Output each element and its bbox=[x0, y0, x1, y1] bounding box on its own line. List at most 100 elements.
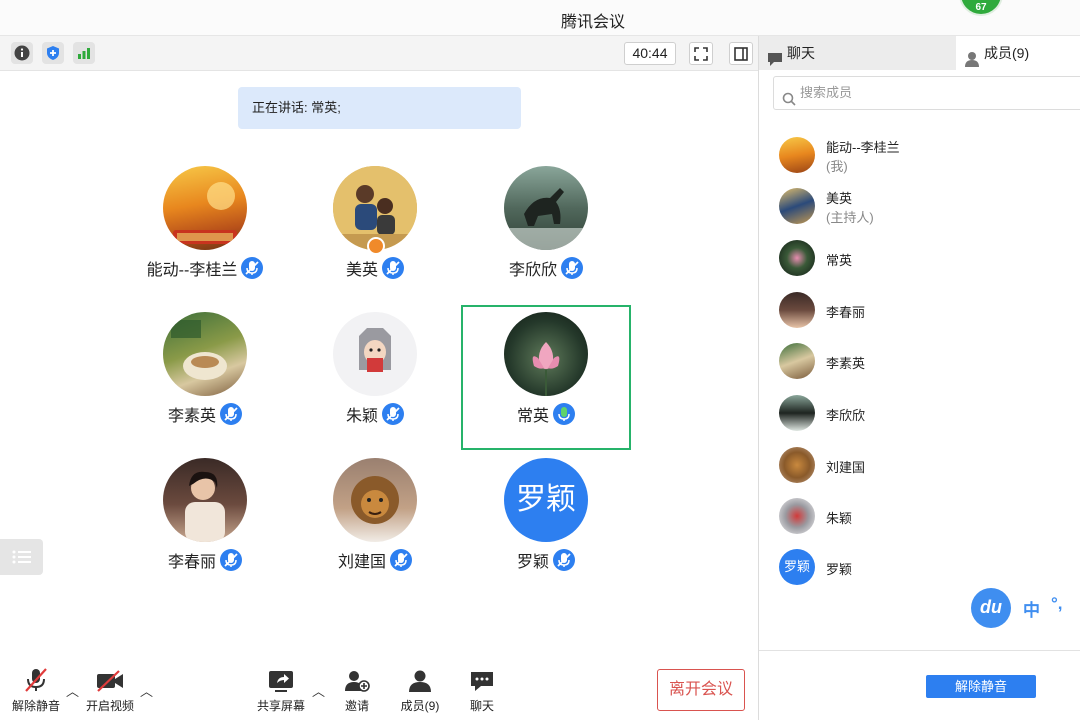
video-off-icon bbox=[83, 667, 137, 693]
panel-tabs: 聊天 成员(9) bbox=[759, 36, 1080, 70]
participant-tile[interactable]: 李素英 bbox=[120, 312, 290, 452]
avatar-text: 罗颖 bbox=[516, 483, 576, 516]
chat-label: 聊天 bbox=[469, 699, 494, 713]
network-signal-icon[interactable] bbox=[73, 42, 95, 64]
participant-tile[interactable]: 罗颖 罗颖 bbox=[461, 458, 631, 598]
avatar bbox=[504, 166, 588, 250]
participant-tile[interactable]: 美英 bbox=[290, 166, 460, 306]
avatar bbox=[779, 137, 815, 173]
member-list-item[interactable]: 李素英 bbox=[779, 341, 1069, 381]
video-stage: 正在讲话: 常英; 能动--李桂兰 美英 李欣欣 李素英 朱颖 常英 李春丽 刘… bbox=[0, 71, 758, 661]
member-name: 刘建国 bbox=[826, 460, 866, 475]
member-list-item[interactable]: 常英 bbox=[779, 238, 1069, 278]
member-list-item[interactable]: 刘建国 bbox=[779, 445, 1069, 485]
member-name: 朱颖 bbox=[826, 511, 853, 526]
ime-punctuation-toggle[interactable]: °, bbox=[1051, 594, 1063, 614]
avatar-text: 罗颖 bbox=[783, 559, 810, 574]
ime-logo[interactable]: du bbox=[971, 588, 1011, 628]
participant-name: 刘建国 bbox=[337, 554, 386, 571]
participant-name: 美英 bbox=[345, 262, 378, 279]
avatar: 罗颖 bbox=[504, 458, 588, 542]
members-label: 成员(9) bbox=[400, 699, 440, 713]
avatar bbox=[779, 343, 815, 379]
participant-name: 李素英 bbox=[167, 408, 216, 425]
ime-toolbar[interactable]: du 中 °, bbox=[971, 588, 1080, 628]
muted-mic-icon bbox=[241, 257, 264, 284]
participant-tile[interactable]: 刘建国 bbox=[290, 458, 460, 598]
leave-meeting-button[interactable]: 离开会议 bbox=[657, 669, 745, 711]
participant-name: 朱颖 bbox=[345, 408, 378, 425]
avatar bbox=[163, 166, 247, 250]
share-options-caret-icon[interactable]: ︿ bbox=[312, 681, 325, 700]
unmute-all-button[interactable]: 解除静音 bbox=[926, 675, 1036, 698]
muted-mic-icon bbox=[561, 257, 583, 284]
window-titlebar: 腾讯会议 bbox=[0, 0, 1080, 36]
avatar bbox=[779, 498, 815, 534]
invite-control[interactable]: 邀请 bbox=[337, 667, 377, 714]
member-list-item[interactable]: 李春丽 bbox=[779, 290, 1069, 330]
avatar bbox=[163, 312, 247, 396]
share-screen-label: 共享屏幕 bbox=[256, 699, 305, 713]
video-options-caret-icon[interactable]: ︿ bbox=[140, 681, 153, 700]
muted-mic-icon bbox=[382, 403, 404, 430]
share-screen-icon bbox=[254, 667, 308, 693]
start-video-control[interactable]: 开启视频 bbox=[83, 667, 137, 714]
member-list-item[interactable]: 美英 (主持人) bbox=[779, 186, 1069, 226]
member-role: (主持人) bbox=[826, 210, 874, 225]
avatar bbox=[163, 458, 247, 542]
audio-options-caret-icon[interactable]: ︿ bbox=[66, 681, 79, 700]
members-icon bbox=[964, 45, 980, 79]
member-name: 李素英 bbox=[826, 356, 866, 371]
window-title: 腾讯会议 bbox=[560, 14, 625, 31]
security-shield-icon[interactable] bbox=[42, 42, 64, 64]
avatar bbox=[779, 292, 815, 328]
tab-members[interactable]: 成员(9) bbox=[956, 36, 1080, 70]
member-search-input[interactable]: 搜索成员 bbox=[773, 76, 1080, 110]
avatar bbox=[333, 458, 417, 542]
member-name: 李欣欣 bbox=[826, 408, 866, 423]
member-list-item[interactable]: 罗颖 罗颖 bbox=[779, 547, 1069, 587]
tab-chat[interactable]: 聊天 bbox=[759, 36, 956, 70]
chat-bubble-icon bbox=[462, 667, 502, 693]
member-list-item[interactable]: 李欣欣 bbox=[779, 393, 1069, 433]
avatar: 罗颖 bbox=[779, 549, 815, 585]
chat-bubble-icon bbox=[767, 45, 783, 79]
muted-mic-icon bbox=[220, 403, 242, 430]
participant-tile[interactable]: 李欣欣 bbox=[461, 166, 631, 306]
search-icon bbox=[782, 86, 796, 118]
avatar bbox=[779, 188, 815, 224]
speaking-indicator: 正在讲话: 常英; bbox=[238, 87, 521, 129]
unmute-control[interactable]: 解除静音 bbox=[10, 667, 62, 714]
participant-name: 能动--李桂兰 bbox=[146, 262, 238, 279]
participant-name: 罗颖 bbox=[516, 554, 549, 571]
ime-language-toggle[interactable]: 中 bbox=[1023, 596, 1040, 621]
chat-control[interactable]: 聊天 bbox=[462, 667, 502, 714]
participant-tile[interactable]: 李春丽 bbox=[120, 458, 290, 598]
member-list-item[interactable]: 能动--李桂兰 (我) bbox=[779, 135, 1069, 175]
avatar bbox=[779, 240, 815, 276]
panel-footer: 解除静音 bbox=[759, 650, 1080, 720]
member-name: 能动--李桂兰 bbox=[826, 140, 900, 155]
meeting-timer: 40:44 bbox=[624, 42, 676, 65]
member-name: 常英 bbox=[826, 253, 853, 268]
member-list-item[interactable]: 朱颖 bbox=[779, 496, 1069, 536]
toggle-panel-button[interactable] bbox=[729, 42, 753, 65]
avatar bbox=[333, 312, 417, 396]
meeting-toolbar: 40:44 bbox=[0, 36, 758, 71]
member-name: 美英 bbox=[826, 191, 853, 206]
start-video-label: 开启视频 bbox=[85, 699, 134, 713]
fullscreen-button[interactable] bbox=[689, 42, 713, 65]
participant-tile[interactable]: 能动--李桂兰 bbox=[120, 166, 290, 306]
participant-tile[interactable]: 朱颖 bbox=[290, 312, 460, 452]
member-name: 罗颖 bbox=[826, 562, 853, 577]
add-user-icon bbox=[337, 667, 377, 693]
meeting-controls: 解除静音 ︿ 开启视频 ︿ 共享屏幕 ︿ 邀请 成员(9) 聊天 离开会议 bbox=[0, 661, 758, 720]
tab-chat-label: 聊天 bbox=[787, 45, 815, 61]
member-name: 李春丽 bbox=[826, 305, 866, 320]
muted-mic-icon bbox=[10, 667, 62, 693]
info-icon[interactable] bbox=[11, 42, 33, 64]
share-screen-control[interactable]: 共享屏幕 bbox=[254, 667, 308, 714]
muted-mic-icon bbox=[390, 549, 412, 576]
members-control[interactable]: 成员(9) bbox=[396, 667, 444, 714]
list-toggle-handle[interactable] bbox=[0, 539, 43, 575]
